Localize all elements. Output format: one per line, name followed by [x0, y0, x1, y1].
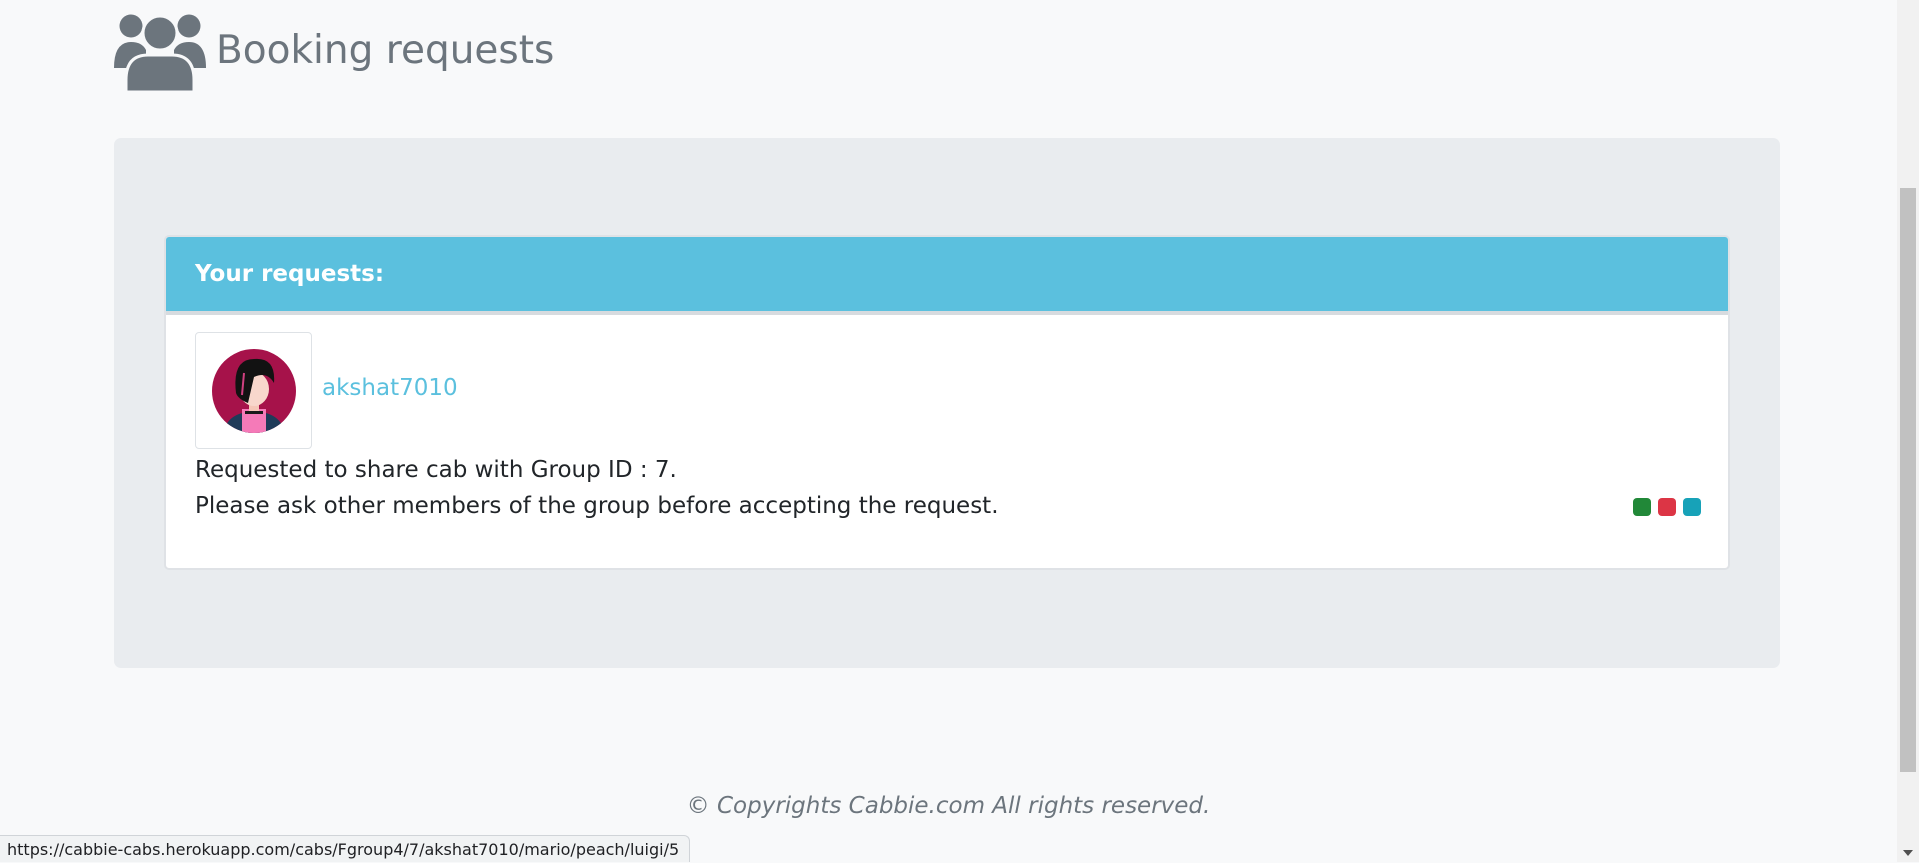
- requests-card-header: Your requests:: [166, 237, 1728, 315]
- request-item: akshat7010 Requested to share cab with G…: [166, 315, 1728, 568]
- request-message: Requested to share cab with Group ID : 7…: [195, 457, 677, 483]
- scrollbar-thumb[interactable]: [1900, 188, 1916, 772]
- info-button[interactable]: [1683, 498, 1701, 516]
- request-note: Please ask other members of the group be…: [195, 493, 999, 519]
- page-title: Booking requests: [216, 27, 555, 73]
- footer-copyright: © Copyrights Cabbie.com All rights reser…: [686, 793, 1211, 819]
- request-actions: [1633, 498, 1701, 516]
- scrollbar[interactable]: [1897, 0, 1919, 862]
- scroll-down-arrow-icon[interactable]: [1903, 850, 1913, 856]
- username-link[interactable]: akshat7010: [322, 375, 458, 401]
- accept-button[interactable]: [1633, 498, 1651, 516]
- page-header: Booking requests: [114, 4, 554, 92]
- users-icon: [114, 14, 206, 92]
- user-avatar-icon: [211, 348, 296, 433]
- requests-card: Your requests: akshat7010 Requested to s…: [164, 235, 1730, 570]
- reject-button[interactable]: [1658, 498, 1676, 516]
- avatar[interactable]: [195, 332, 312, 449]
- status-bar-url: https://cabbie-cabs.herokuapp.com/cabs/F…: [0, 835, 691, 862]
